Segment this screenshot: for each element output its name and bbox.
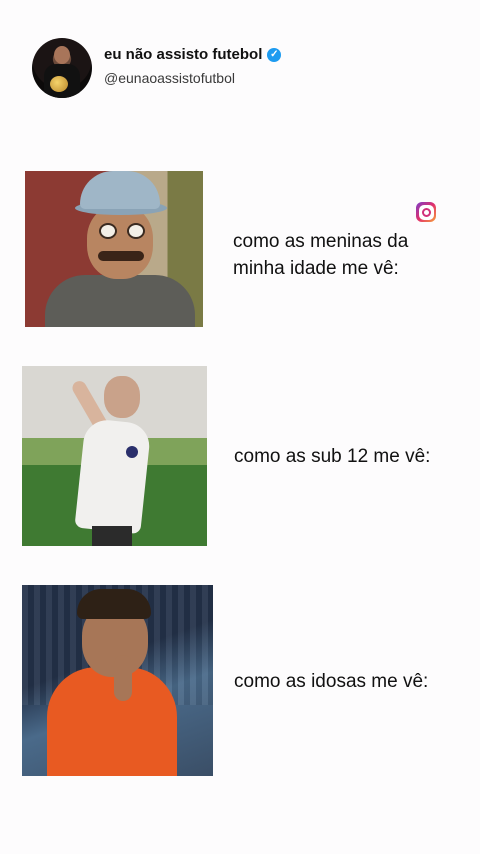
avatar-face [54,46,70,64]
author-name[interactable]: eu não assisto futebol [104,46,262,63]
meme-image-player-pointing [22,585,213,776]
author-handle[interactable]: @eunaoassistofutbol [104,70,235,86]
image-mustache [98,251,144,261]
image-jersey [74,417,152,535]
caption-row-2: como as sub 12 me vê: [234,446,431,467]
image-hat [80,171,160,209]
author-name-row: eu não assisto futebol ✓ [104,46,282,63]
image-pointing-hand [114,655,132,701]
caption-row-1: como as meninas da minha idade me vê: [233,231,409,279]
instagram-icon [416,202,436,222]
image-head [104,376,140,418]
meme-image-old-man [25,171,203,327]
verified-badge-icon: ✓ [267,47,282,62]
image-eye-left [99,223,117,239]
image-shirt [45,275,195,327]
meme-image-young-player [22,366,207,546]
image-head [87,205,153,279]
caption-row-3: como as idosas me vê: [234,671,429,692]
avatar-trophy [50,76,68,92]
image-hair [77,589,151,619]
image-shorts [92,526,132,546]
image-jersey-logo [126,446,138,458]
post-header: eu não assisto futebol ✓ @eunaoassistofu… [32,38,452,102]
avatar[interactable] [32,38,92,98]
image-jersey [47,667,177,776]
image-eye-right [127,223,145,239]
